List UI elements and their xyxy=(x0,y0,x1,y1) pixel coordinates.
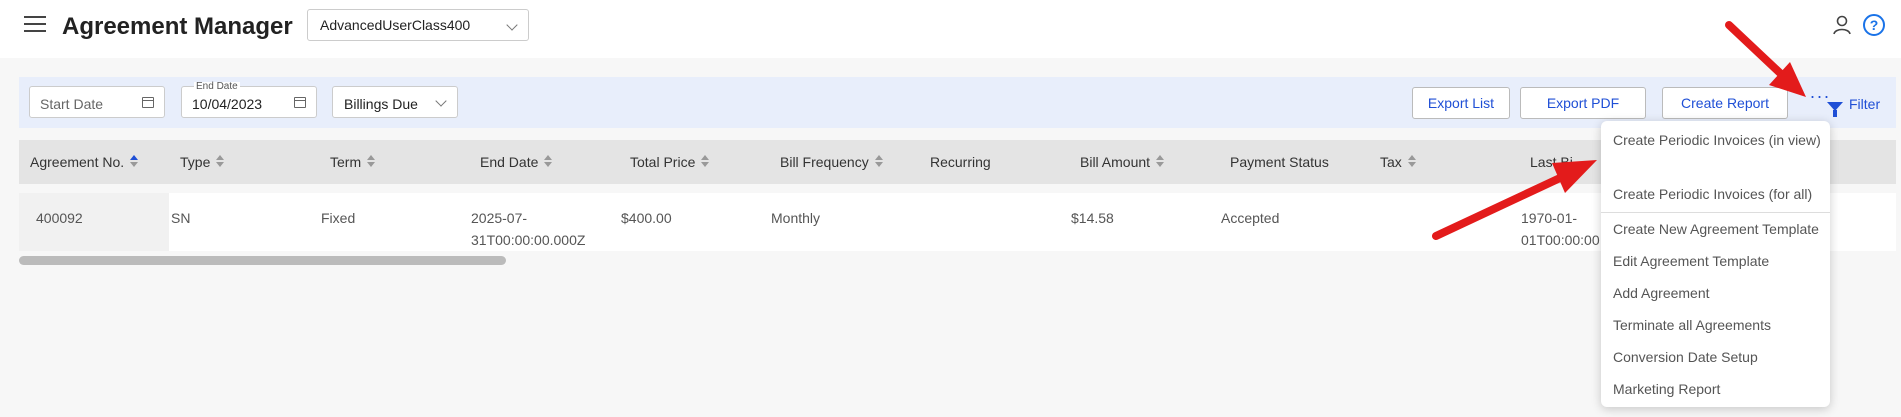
filter-button[interactable]: Filter xyxy=(1827,96,1881,117)
sort-icon[interactable] xyxy=(701,155,710,168)
column-term[interactable]: Term xyxy=(330,154,376,170)
sort-icon[interactable] xyxy=(1407,155,1416,168)
sort-icon[interactable] xyxy=(367,155,376,168)
column-label: Tax xyxy=(1380,154,1402,170)
column-end-date[interactable]: End Date xyxy=(480,154,553,170)
column-type[interactable]: Type xyxy=(180,154,225,170)
column-last-billing[interactable]: Last Bi xyxy=(1530,154,1573,170)
create-report-button[interactable]: Create Report xyxy=(1662,87,1788,119)
page-title: Agreement Manager xyxy=(62,13,293,40)
column-recurring[interactable]: Recurring xyxy=(930,154,991,170)
start-date-field[interactable]: Start Date xyxy=(29,86,165,118)
cell-payment-status: Accepted xyxy=(1221,210,1280,226)
cell-type: SN xyxy=(171,210,191,226)
cell-agreement-no: 400092 xyxy=(36,210,83,226)
column-label: Payment Status xyxy=(1230,154,1329,170)
export-pdf-button[interactable]: Export PDF xyxy=(1520,87,1646,119)
top-bar: Agreement Manager AdvancedUserClass400 ? xyxy=(0,0,1901,58)
menu-item-conversion-date-setup[interactable]: Conversion Date Setup xyxy=(1613,346,1823,368)
column-label: Agreement No. xyxy=(30,154,125,170)
cell-last-billing-line2: 01T00:00:00 xyxy=(1521,232,1600,248)
end-date-field[interactable]: End Date 10/04/2023 xyxy=(181,82,317,118)
column-agreement-no[interactable]: Agreement No. xyxy=(30,154,139,170)
billing-status-value: Billings Due xyxy=(344,96,418,112)
sort-icon[interactable] xyxy=(216,155,225,168)
cell-end-date-line2: 31T00:00:00.000Z xyxy=(471,232,586,248)
column-label: Type xyxy=(180,154,211,170)
menu-item-create-new-agreement-template[interactable]: Create New Agreement Template xyxy=(1613,218,1823,240)
column-tax[interactable]: Tax xyxy=(1380,154,1416,170)
sort-icon[interactable] xyxy=(544,155,553,168)
menu-item-create-periodic-invoices-for-all[interactable]: Create Periodic Invoices (for all) xyxy=(1613,183,1823,205)
sort-icon[interactable] xyxy=(130,155,139,168)
account-select[interactable]: AdvancedUserClass400 xyxy=(307,9,529,41)
filter-label: Filter xyxy=(1849,96,1881,112)
menu-divider xyxy=(1601,212,1830,213)
column-bill-frequency[interactable]: Bill Frequency xyxy=(780,154,883,170)
menu-item-marketing-report[interactable]: Marketing Report xyxy=(1613,378,1823,400)
menu-item-create-periodic-invoices-in-view[interactable]: Create Periodic Invoices (in view) xyxy=(1613,129,1823,151)
chevron-down-icon xyxy=(506,19,518,31)
help-icon[interactable]: ? xyxy=(1863,14,1885,36)
column-label: Bill Frequency xyxy=(780,154,869,170)
sort-icon[interactable] xyxy=(1156,155,1165,168)
cell-total-price: $400.00 xyxy=(621,210,672,226)
hamburger-icon[interactable] xyxy=(24,16,46,34)
cell-last-billing: 1970-01- 01T00:00:00 xyxy=(1521,207,1600,251)
column-bill-amount[interactable]: Bill Amount xyxy=(1080,154,1165,170)
column-total-price[interactable]: Total Price xyxy=(630,154,710,170)
column-label: Last Bi xyxy=(1530,154,1573,170)
funnel-icon xyxy=(1827,102,1843,117)
horizontal-scrollbar[interactable] xyxy=(19,256,506,265)
more-options-menu: Create Periodic Invoices (in view) Creat… xyxy=(1601,121,1830,407)
end-date-value: 10/04/2023 xyxy=(192,96,263,112)
cell-bill-amount: $14.58 xyxy=(1071,210,1114,226)
cell-last-billing-line1: 1970-01- xyxy=(1521,210,1578,226)
column-label: Term xyxy=(330,154,362,170)
menu-item-add-agreement[interactable]: Add Agreement xyxy=(1613,282,1823,304)
column-payment-status[interactable]: Payment Status xyxy=(1230,154,1329,170)
billing-status-select[interactable]: Billings Due xyxy=(332,86,458,118)
cell-end-date: 2025-07- 31T00:00:00.000Z xyxy=(471,207,585,251)
calendar-icon[interactable] xyxy=(142,97,154,108)
menu-item-edit-agreement-template[interactable]: Edit Agreement Template xyxy=(1613,250,1823,272)
account-select-value: AdvancedUserClass400 xyxy=(320,17,471,33)
sort-icon[interactable] xyxy=(874,155,883,168)
user-icon[interactable] xyxy=(1832,15,1852,35)
cell-end-date-line1: 2025-07- xyxy=(471,210,528,226)
chevron-down-icon xyxy=(435,95,447,107)
column-label: Recurring xyxy=(930,154,991,170)
cell-bill-frequency: Monthly xyxy=(771,210,821,226)
calendar-icon[interactable] xyxy=(294,97,306,108)
start-date-placeholder: Start Date xyxy=(40,96,104,112)
column-label: End Date xyxy=(480,154,539,170)
column-label: Total Price xyxy=(630,154,696,170)
column-label: Bill Amount xyxy=(1080,154,1151,170)
cell-term: Fixed xyxy=(321,210,356,226)
end-date-label: End Date xyxy=(194,81,240,92)
export-list-button[interactable]: Export List xyxy=(1412,87,1510,119)
menu-item-terminate-all-agreements[interactable]: Terminate all Agreements xyxy=(1613,314,1823,336)
